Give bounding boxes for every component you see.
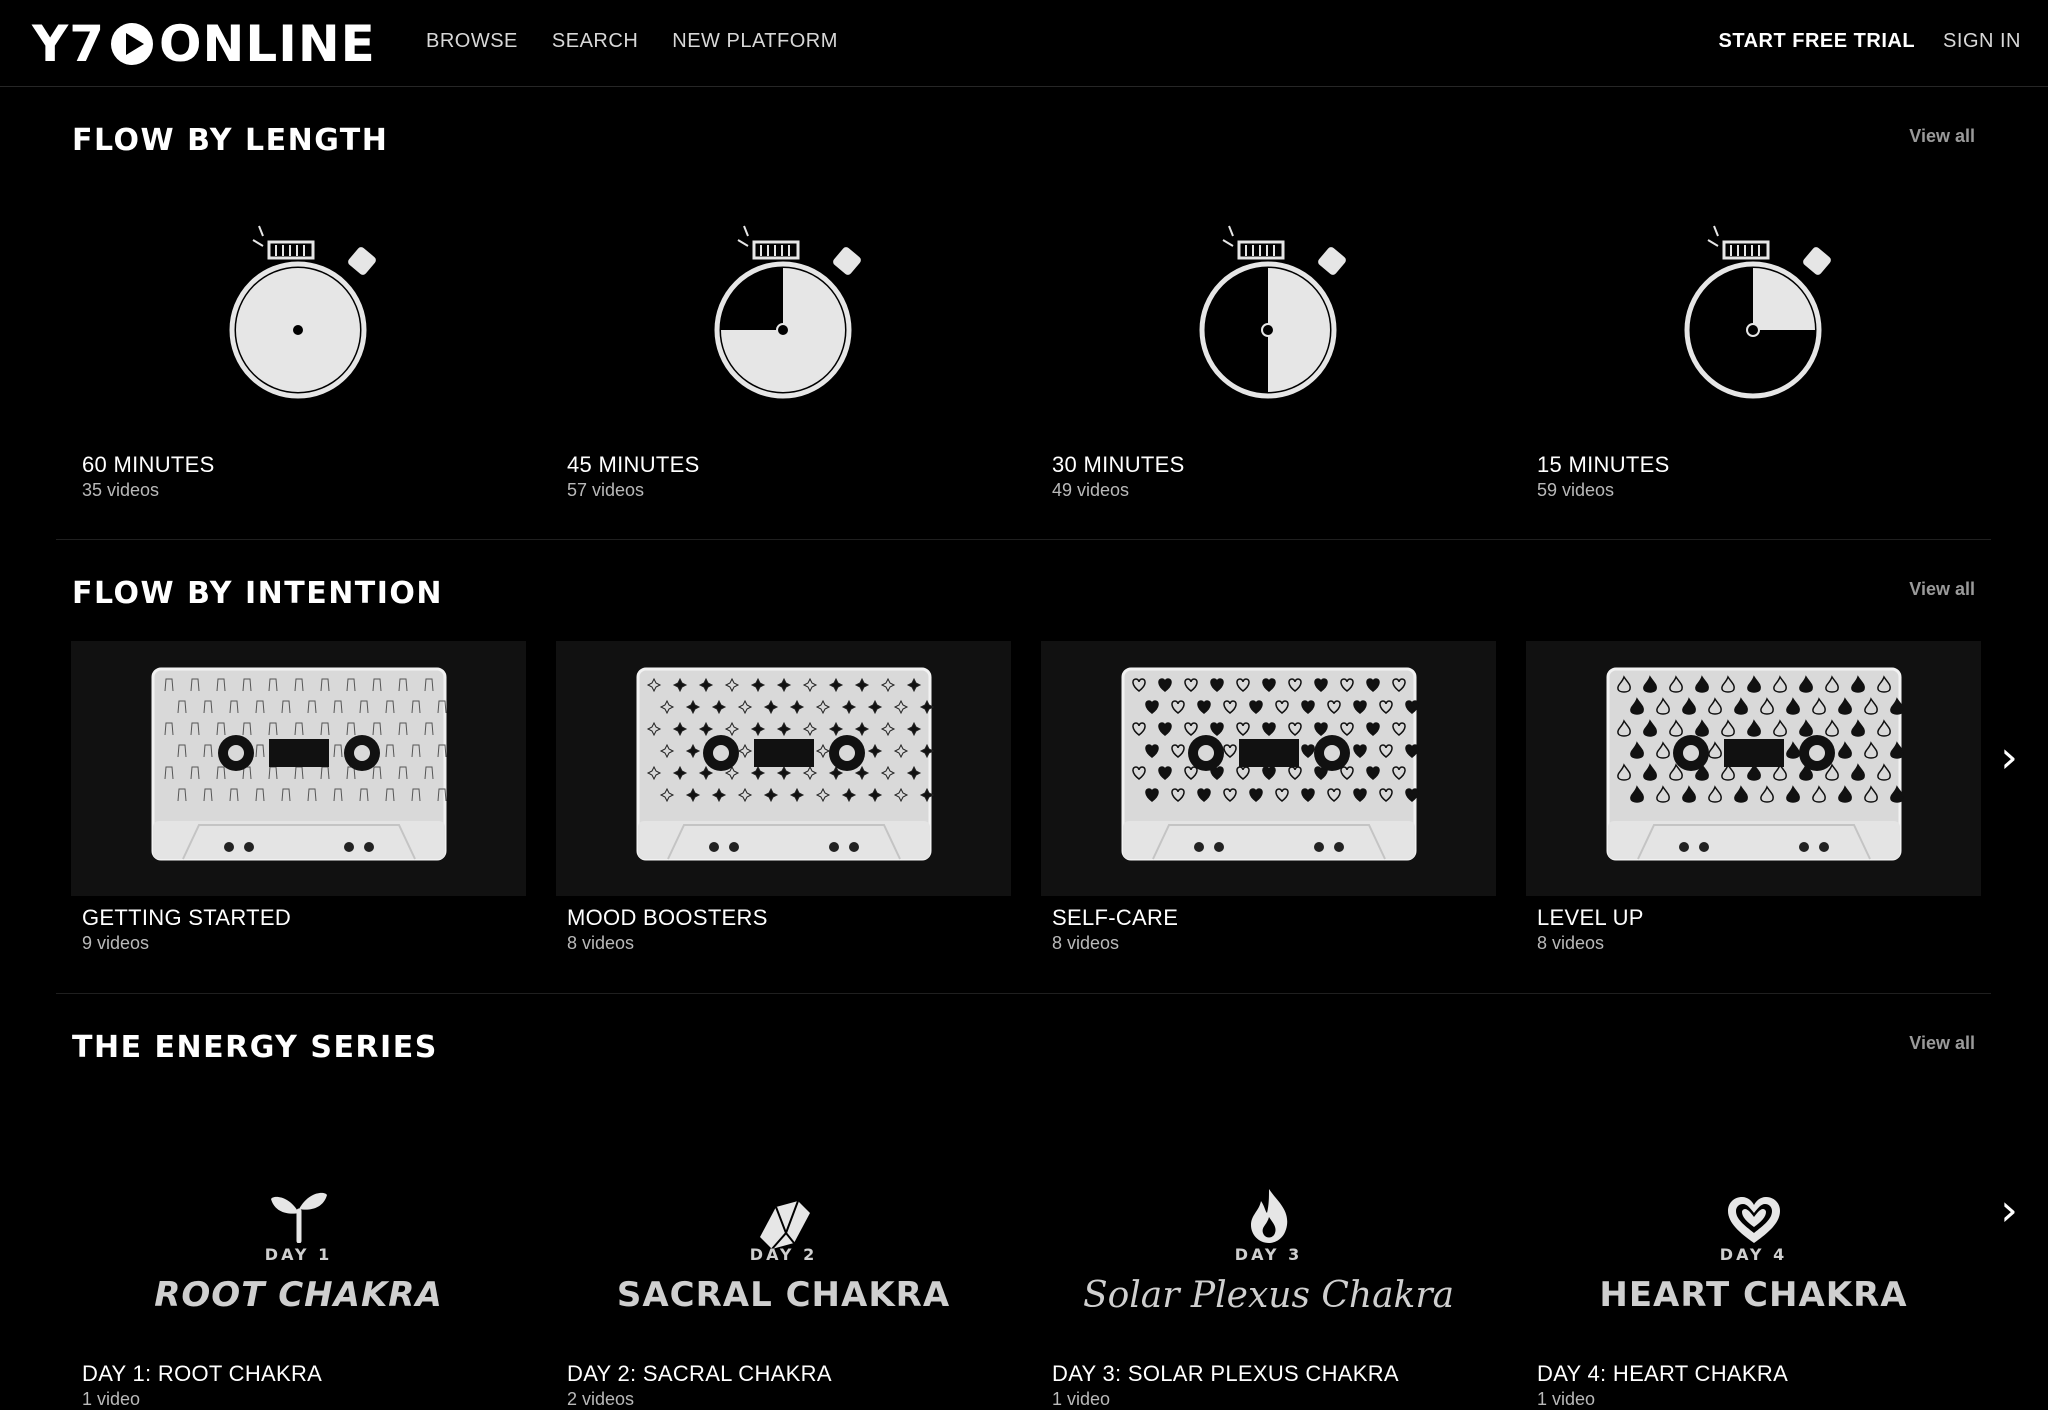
card-title: 45 MINUTES <box>567 452 700 477</box>
start-free-trial-link[interactable]: START FREE TRIAL <box>1719 30 1916 53</box>
stopwatch-icon <box>1199 225 1346 399</box>
card-video-count: 8 videos <box>1537 933 1605 953</box>
card-video-count: 49 videos <box>1052 480 1130 500</box>
cassette-tape-image <box>636 667 935 861</box>
chakra-name: HEART CHAKRA <box>1599 1275 1908 1315</box>
day-label: DAY 3 <box>1234 1245 1303 1264</box>
section-energy-series: THE ENERGY SERIES View all DAY 1 ROOT CH… <box>56 995 1991 1409</box>
collection-card-self-care[interactable]: SELF-CARE 8 videos <box>1041 641 1496 953</box>
card-title: LEVEL UP <box>1537 905 1644 930</box>
series-card-day-4[interactable]: DAY 4 HEART CHAKRA DAY 4: HEART CHAKRA 1… <box>1526 1097 1981 1409</box>
card-thumbnail <box>1526 190 1981 445</box>
card-video-count: 1 video <box>1052 1389 1111 1409</box>
card-title: DAY 1: ROOT CHAKRA <box>82 1361 323 1386</box>
collection-card-mood-boosters[interactable]: MOOD BOOSTERS 8 videos <box>556 641 1011 953</box>
section-title: FLOW BY INTENTION <box>72 576 444 611</box>
card-title: DAY 4: HEART CHAKRA <box>1537 1361 1789 1386</box>
nav-new-platform[interactable]: NEW PLATFORM <box>672 30 838 53</box>
heart-icon <box>1727 1197 1780 1243</box>
card-title: 60 MINUTES <box>82 452 215 477</box>
stopwatch-icon <box>1684 225 1831 399</box>
card-thumbnail <box>71 641 526 896</box>
day-label: DAY 1 <box>264 1245 333 1264</box>
card-video-count: 57 videos <box>567 480 645 500</box>
carousel-next-chevron-icon[interactable]: › <box>1994 736 2024 780</box>
cassette-tape-image <box>1121 667 1419 861</box>
card-title: GETTING STARTED <box>82 905 292 930</box>
series-card-day-1[interactable]: DAY 1 ROOT CHAKRA DAY 1: ROOT CHAKRA 1 v… <box>71 1097 526 1409</box>
cassette-tape-image <box>151 667 447 861</box>
y7-online-logo[interactable]: Y7 ONLINE <box>32 15 376 73</box>
section-flow-by-length: FLOW BY LENGTH View all 60 MINUTES 35 vi… <box>56 88 1991 540</box>
view-all-link[interactable]: View all <box>1909 1033 1975 1054</box>
flame-icon <box>1250 1189 1287 1243</box>
card-thumbnail: DAY 1 ROOT CHAKRA <box>71 1097 526 1352</box>
carousel-next-chevron-icon[interactable]: › <box>1994 1189 2024 1233</box>
card-thumbnail: DAY 4 HEART CHAKRA <box>1526 1097 1981 1352</box>
chakra-name: SACRAL CHAKRA <box>616 1275 951 1315</box>
play-icon <box>111 23 153 65</box>
card-video-count: 35 videos <box>82 480 160 500</box>
section-title: THE ENERGY SERIES <box>72 1030 438 1065</box>
chakra-name: Solar Plexus Chakra <box>1082 1275 1455 1316</box>
stopwatch-icon <box>714 225 861 399</box>
top-navigation-bar: Y7 ONLINE BROWSE SEARCH NEW PLATFORM STAR… <box>0 0 2048 87</box>
collection-card-getting-started[interactable]: GETTING STARTED 9 videos <box>71 641 526 953</box>
card-title: DAY 2: SACRAL CHAKRA <box>567 1361 832 1386</box>
sign-in-link[interactable]: SIGN IN <box>1943 30 2021 53</box>
card-thumbnail: DAY 3 Solar Plexus Chakra <box>1041 1097 1496 1352</box>
nav-search[interactable]: SEARCH <box>552 30 638 53</box>
view-all-link[interactable]: View all <box>1909 579 1975 600</box>
card-title: 15 MINUTES <box>1537 452 1670 477</box>
card-title: SELF-CARE <box>1052 905 1179 930</box>
view-all-link[interactable]: View all <box>1909 126 1975 147</box>
cassette-tape-image <box>1606 667 1904 861</box>
main-nav: BROWSE SEARCH NEW PLATFORM <box>426 30 838 53</box>
card-video-count: 8 videos <box>1052 933 1120 953</box>
account-nav: START FREE TRIAL SIGN IN <box>1719 30 2021 53</box>
card-video-count: 1 video <box>1537 1389 1596 1409</box>
collection-card-45-minutes[interactable]: 45 MINUTES 57 videos <box>556 190 1011 500</box>
card-thumbnail <box>1526 641 1981 896</box>
card-thumbnail <box>1041 190 1496 445</box>
section-flow-by-intention: FLOW BY INTENTION View all GETTING START… <box>56 541 1991 994</box>
card-thumbnail <box>71 190 526 445</box>
card-video-count: 9 videos <box>82 933 150 953</box>
series-card-day-3[interactable]: DAY 3 Solar Plexus Chakra DAY 3: SOLAR P… <box>1041 1097 1496 1409</box>
collection-card-level-up[interactable]: LEVEL UP 8 videos <box>1526 641 1981 953</box>
card-thumbnail: DAY 2 SACRAL CHAKRA <box>556 1097 1011 1352</box>
card-video-count: 59 videos <box>1537 480 1615 500</box>
collection-card-60-minutes[interactable]: 60 MINUTES 35 videos <box>71 190 526 500</box>
card-title: MOOD BOOSTERS <box>567 905 768 930</box>
stopwatch-icon <box>229 225 376 399</box>
card-thumbnail <box>1041 641 1496 896</box>
sprout-icon <box>270 1192 327 1243</box>
day-label: DAY 4 <box>1719 1245 1788 1264</box>
nav-browse[interactable]: BROWSE <box>426 30 518 53</box>
card-thumbnail <box>556 641 1011 896</box>
collection-card-15-minutes[interactable]: 15 MINUTES 59 videos <box>1526 190 1981 500</box>
chakra-name: ROOT CHAKRA <box>154 1275 443 1315</box>
card-thumbnail <box>556 190 1011 445</box>
card-video-count: 2 videos <box>567 1389 635 1409</box>
card-video-count: 1 video <box>82 1389 141 1409</box>
day-label: DAY 2 <box>749 1245 818 1264</box>
section-title: FLOW BY LENGTH <box>72 123 389 158</box>
collection-card-30-minutes[interactable]: 30 MINUTES 49 videos <box>1041 190 1496 500</box>
card-title: DAY 3: SOLAR PLEXUS CHAKRA <box>1052 1361 1399 1386</box>
series-card-day-2[interactable]: DAY 2 SACRAL CHAKRA DAY 2: SACRAL CHAKRA… <box>556 1097 1011 1409</box>
card-video-count: 8 videos <box>567 933 635 953</box>
card-title: 30 MINUTES <box>1052 452 1185 477</box>
